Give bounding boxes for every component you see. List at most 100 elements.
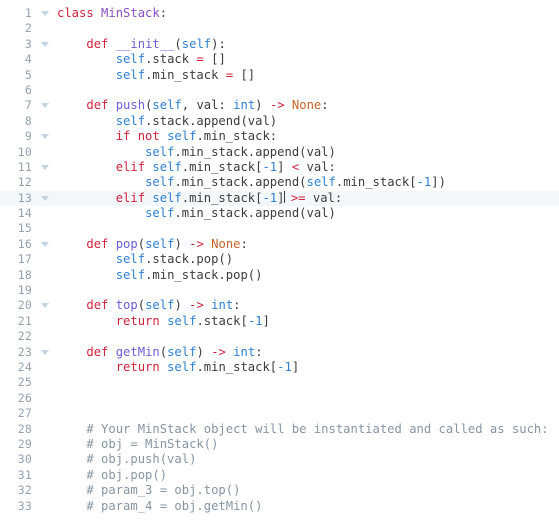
code-line[interactable]: 13 elif self.min_stack[-1] >= val: bbox=[0, 190, 559, 207]
code-line-text[interactable]: return self.min_stack[-1] bbox=[57, 360, 559, 375]
chevron-down-icon[interactable] bbox=[40, 349, 49, 355]
code-line[interactable]: 25 bbox=[0, 375, 559, 390]
code-line[interactable]: 30 # obj.push(val) bbox=[0, 452, 559, 467]
code-line[interactable]: 4 self.stack = [] bbox=[0, 52, 559, 67]
code-line[interactable]: 16 def pop(self) -> None: bbox=[0, 237, 559, 252]
code-line-text[interactable]: def top(self) -> int: bbox=[57, 298, 559, 313]
fold-toggle[interactable] bbox=[32, 6, 57, 21]
code-line-text[interactable] bbox=[57, 21, 559, 36]
code-token: self bbox=[167, 359, 197, 374]
code-line[interactable]: 32 # param_3 = obj.top() bbox=[0, 483, 559, 498]
code-line-text[interactable] bbox=[57, 283, 559, 298]
code-line[interactable]: 6 bbox=[0, 83, 559, 98]
code-line-text[interactable]: def getMin(self) -> int: bbox=[57, 345, 559, 360]
code-line[interactable]: 14 self.min_stack.append(val) bbox=[0, 206, 559, 221]
code-line-text[interactable]: return self.stack[-1] bbox=[57, 314, 559, 329]
code-line-text[interactable] bbox=[57, 406, 559, 421]
line-number: 14 bbox=[17, 206, 32, 221]
chevron-down-icon[interactable] bbox=[40, 134, 49, 140]
code-token: self bbox=[167, 344, 197, 359]
code-line[interactable]: 9 if not self.min_stack: bbox=[0, 129, 559, 144]
code-line[interactable]: 20 def top(self) -> int: bbox=[0, 298, 559, 313]
code-line[interactable]: 23 def getMin(self) -> int: bbox=[0, 345, 559, 360]
code-editor[interactable]: 1 class MinStack: 2 3 def __init__(self): 4… bbox=[0, 0, 559, 529]
code-line-text[interactable]: self.min_stack.pop() bbox=[57, 268, 559, 283]
code-line-text[interactable] bbox=[57, 221, 559, 236]
code-line[interactable]: 11 elif self.min_stack[-1] < val: bbox=[0, 160, 559, 175]
code-line-text[interactable]: self.min_stack.append(val) bbox=[57, 206, 559, 221]
fold-toggle[interactable] bbox=[32, 129, 57, 144]
code-line-text[interactable]: # Your MinStack object will be instantia… bbox=[57, 422, 559, 437]
code-line-text[interactable]: elif self.min_stack[-1] >= val: bbox=[57, 191, 559, 206]
code-line[interactable]: 2 bbox=[0, 21, 559, 36]
line-number: 28 bbox=[17, 421, 32, 436]
code-line-text[interactable] bbox=[57, 83, 559, 98]
code-line-text[interactable] bbox=[57, 329, 559, 344]
code-line-text[interactable]: # obj = MinStack() bbox=[57, 437, 559, 452]
code-line-text[interactable] bbox=[57, 375, 559, 390]
line-number: 3 bbox=[24, 36, 32, 51]
code-line[interactable]: 19 bbox=[0, 283, 559, 298]
chevron-down-icon[interactable] bbox=[40, 103, 49, 109]
fold-toggle[interactable] bbox=[32, 98, 57, 113]
code-line[interactable]: 15 bbox=[0, 221, 559, 236]
code-line[interactable]: 28 # Your MinStack object will be instan… bbox=[0, 422, 559, 437]
line-number: 13 bbox=[17, 190, 32, 205]
code-line-text[interactable]: self.min_stack.append(val) bbox=[57, 145, 559, 160]
code-line[interactable]: 17 self.stack.pop() bbox=[0, 252, 559, 267]
code-token: : bbox=[159, 6, 168, 20]
code-line[interactable]: 26 bbox=[0, 391, 559, 406]
code-line-text[interactable]: self.stack.append(val) bbox=[57, 114, 559, 129]
code-line-text[interactable]: self.stack = [] bbox=[57, 52, 559, 67]
chevron-down-icon[interactable] bbox=[40, 41, 49, 47]
fold-toggle[interactable] bbox=[32, 160, 57, 175]
line-number: 7 bbox=[24, 98, 32, 113]
code-line[interactable]: 27 bbox=[0, 406, 559, 421]
code-line-text[interactable]: def __init__(self): bbox=[57, 37, 559, 52]
chevron-down-icon[interactable] bbox=[40, 241, 49, 247]
code-line[interactable]: 7 def push(self, val: int) -> None: bbox=[0, 98, 559, 113]
code-line-text[interactable]: # obj.push(val) bbox=[57, 452, 559, 467]
code-line-text[interactable]: self.min_stack = [] bbox=[57, 68, 559, 83]
code-line-text[interactable]: def push(self, val: int) -> None: bbox=[57, 98, 559, 113]
line-number: 24 bbox=[17, 359, 32, 374]
code-line[interactable]: 22 bbox=[0, 329, 559, 344]
fold-toggle[interactable] bbox=[32, 191, 57, 206]
code-line-text[interactable]: def pop(self) -> None: bbox=[57, 237, 559, 252]
code-token: -1 bbox=[277, 359, 292, 374]
code-line[interactable]: 10 self.min_stack.append(val) bbox=[0, 145, 559, 160]
code-line[interactable]: 5 self.min_stack = [] bbox=[0, 68, 559, 83]
code-line-text[interactable]: self.min_stack.append(self.min_stack[-1]… bbox=[57, 175, 559, 190]
code-line-text[interactable]: class MinStack: bbox=[57, 6, 559, 21]
code-line-text[interactable]: # param_3 = obj.top() bbox=[57, 483, 559, 498]
code-line[interactable]: 29 # obj = MinStack() bbox=[0, 437, 559, 452]
code-line-text[interactable]: # param_4 = obj.getMin() bbox=[57, 499, 559, 514]
code-token: self bbox=[115, 52, 146, 67]
fold-toggle[interactable] bbox=[32, 298, 57, 313]
code-line-text[interactable]: # obj.pop() bbox=[57, 468, 559, 483]
chevron-down-icon[interactable] bbox=[40, 11, 49, 16]
code-line[interactable]: 12 self.min_stack.append(self.min_stack[… bbox=[0, 175, 559, 190]
fold-toggle[interactable] bbox=[32, 345, 57, 360]
code-line[interactable]: 31 # obj.pop() bbox=[0, 468, 559, 483]
code-line-text[interactable]: self.stack.pop() bbox=[57, 252, 559, 267]
code-line-text[interactable]: elif self.min_stack[-1] < val: bbox=[57, 160, 559, 175]
code-line[interactable]: 8 self.stack.append(val) bbox=[0, 114, 559, 129]
code-lines-container[interactable]: 1 class MinStack: 2 3 def __init__(self): 4… bbox=[0, 6, 559, 514]
fold-toggle[interactable] bbox=[32, 237, 57, 252]
chevron-down-icon[interactable] bbox=[40, 195, 49, 201]
code-line[interactable]: 3 def __init__(self): bbox=[0, 37, 559, 52]
code-line[interactable]: 21 return self.stack[-1] bbox=[0, 314, 559, 329]
code-line-text[interactable] bbox=[57, 391, 559, 406]
chevron-down-icon[interactable] bbox=[40, 303, 49, 309]
code-line[interactable]: 1 class MinStack: bbox=[0, 6, 559, 21]
code-line[interactable]: 18 self.min_stack.pop() bbox=[0, 268, 559, 283]
code-line-text[interactable]: if not self.min_stack: bbox=[57, 129, 559, 144]
code-line[interactable]: 33 # param_4 = obj.getMin() bbox=[0, 499, 559, 514]
fold-toggle[interactable] bbox=[32, 37, 57, 52]
chevron-down-icon[interactable] bbox=[40, 164, 49, 170]
code-line[interactable]: 24 return self.min_stack[-1] bbox=[0, 360, 559, 375]
